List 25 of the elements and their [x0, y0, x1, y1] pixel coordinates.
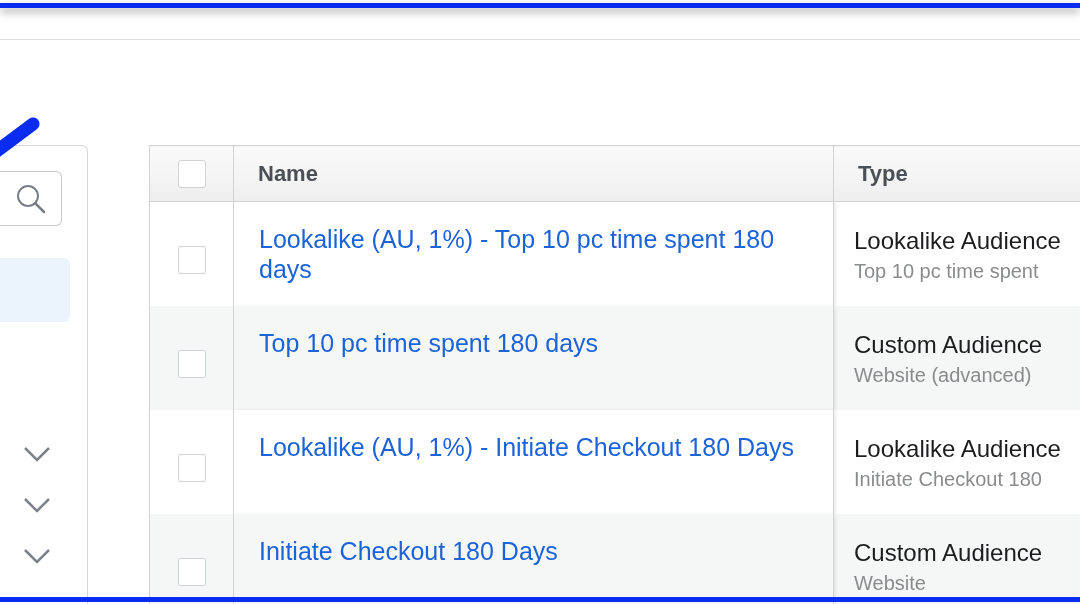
audience-source: Top 10 pc time spent	[854, 259, 1039, 284]
audience-name-link[interactable]: Lookalike (AU, 1%) - Top 10 pc time spent 180 days	[259, 224, 815, 284]
audience-name-link[interactable]: Lookalike (AU, 1%) - Initiate Checkout 180 Days	[259, 431, 815, 462]
audience-source: Website (advanced)	[854, 362, 1032, 388]
chevron-down-icon[interactable]	[23, 497, 51, 513]
checkbox[interactable]	[177, 349, 206, 378]
search-field[interactable]	[0, 171, 62, 226]
audience-source: Initiate Checkout 180	[854, 466, 1042, 492]
annotation-stroke	[0, 115, 42, 157]
checkbox[interactable]	[177, 246, 206, 274]
checkbox[interactable]	[177, 159, 206, 188]
search-icon	[15, 182, 47, 215]
checkbox[interactable]	[177, 557, 206, 586]
audience-source: Website	[854, 570, 926, 596]
header-cell: Type	[833, 145, 1080, 202]
audience-type: Custom Audience	[854, 329, 1043, 360]
chevron-down-icon[interactable]	[23, 446, 51, 462]
checkbox[interactable]	[177, 453, 206, 482]
audience-type: Lookalike Audience	[854, 433, 1061, 464]
audience-type: Lookalike Audience	[854, 226, 1061, 256]
chevron-down-icon[interactable]	[23, 548, 51, 564]
audience-name-link[interactable]: Top 10 pc time spent 180 days	[259, 327, 815, 358]
audience-name-link[interactable]: Initiate Checkout 180 Days	[259, 535, 815, 566]
audience-type: Custom Audience	[854, 537, 1043, 568]
header-cell: Name	[233, 145, 834, 202]
